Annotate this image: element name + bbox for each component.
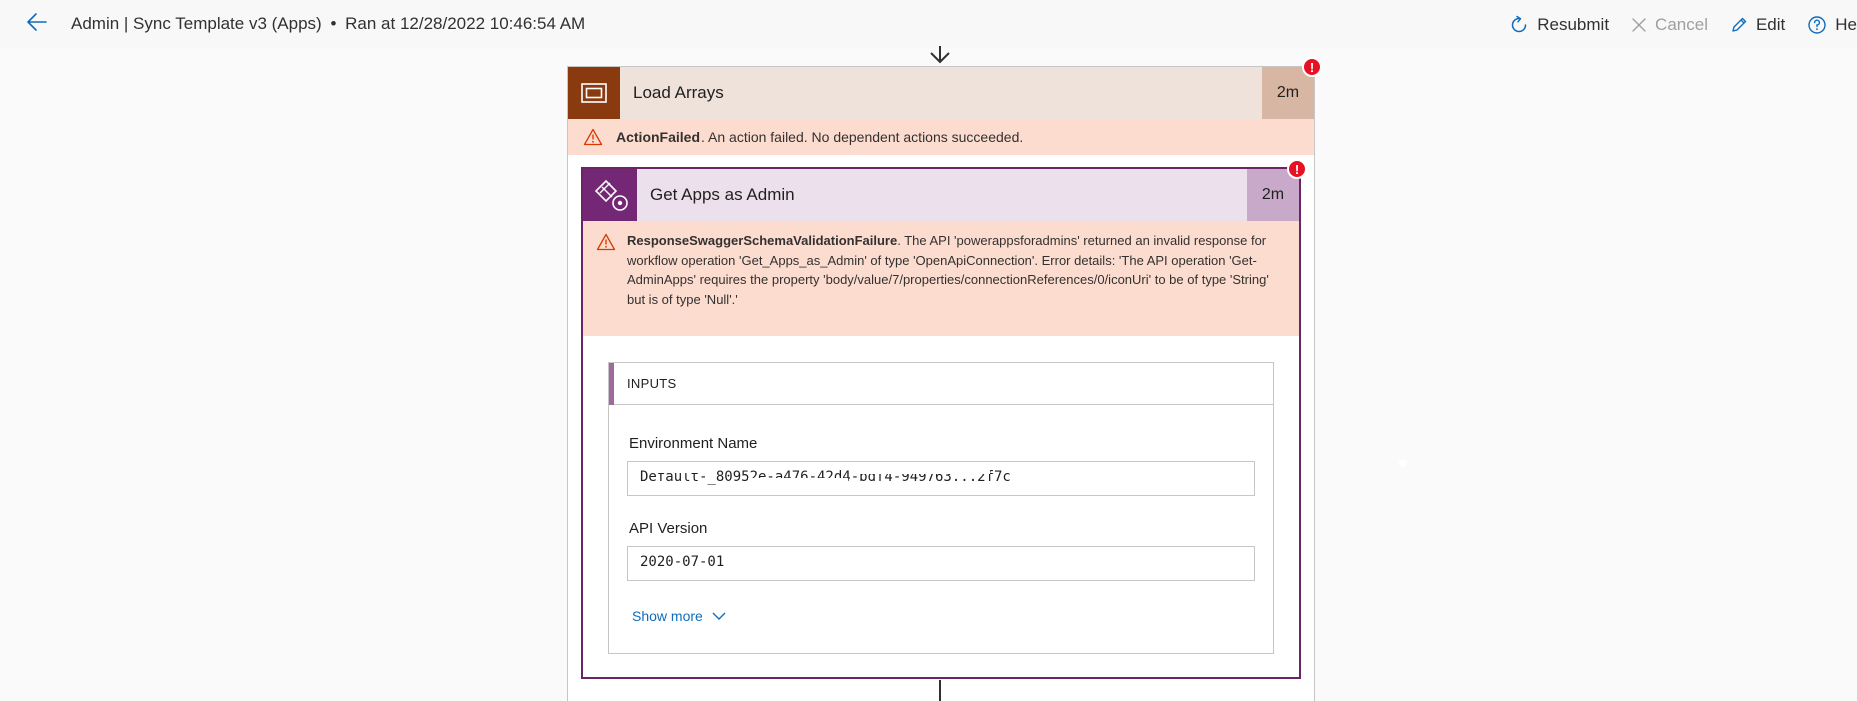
action-error-code: ResponseSwaggerSchemaValidationFailure [627, 233, 898, 248]
help-label: He [1835, 15, 1857, 34]
help-icon [1808, 16, 1826, 34]
command-bar: Resubmit Cancel Edit He [1487, 10, 1857, 40]
redaction-mask [860, 470, 990, 474]
scope-title: Load Arrays [633, 83, 724, 102]
scope-error-code: ActionFailed [616, 129, 701, 145]
redaction-mask [748, 478, 848, 495]
edit-button[interactable]: Edit [1730, 15, 1785, 35]
action-error-banner: ResponseSwaggerSchemaValidationFailure. … [583, 221, 1299, 336]
show-more-link[interactable]: Show more [632, 608, 726, 624]
connector-line [939, 680, 941, 701]
action-header[interactable]: Get Apps as Admin 2m [583, 169, 1299, 221]
action-error-badge: ! [1287, 159, 1307, 179]
scope-error-banner: ActionFailed . An action failed. No depe… [568, 119, 1314, 155]
scope-icon [568, 67, 620, 119]
cancel-button[interactable]: Cancel [1631, 15, 1708, 35]
scope-error-message: . An action failed. No dependent actions… [701, 129, 1024, 145]
powerapps-admin-icon [583, 169, 637, 221]
warning-icon [596, 233, 616, 251]
edit-label: Edit [1755, 15, 1786, 34]
flow-name: Admin | Sync Template v3 (Apps) [71, 14, 322, 33]
pencil-icon [1732, 17, 1747, 32]
run-info: Ran at 12/28/2022 10:46:54 AM [345, 14, 586, 33]
action-title: Get Apps as Admin [650, 185, 795, 204]
back-button[interactable] [26, 12, 56, 36]
title-separator: • [330, 14, 337, 33]
cancel-label: Cancel [1655, 15, 1708, 34]
canvas-dot [1399, 459, 1407, 467]
chevron-down-icon [712, 612, 726, 620]
refresh-icon [1512, 15, 1527, 33]
scope-header[interactable]: Load Arrays 2m [568, 67, 1314, 119]
api-version-text: 2020-07-01 [640, 554, 725, 570]
warning-icon [583, 128, 603, 146]
environment-name-label: Environment Name [629, 435, 758, 452]
api-version-label: API Version [629, 520, 708, 537]
help-button[interactable]: He [1807, 15, 1857, 35]
inputs-header: INPUTS [609, 363, 1273, 405]
connector-arrow-icon [930, 46, 950, 64]
back-arrow-icon [27, 13, 47, 31]
close-icon [1632, 18, 1646, 32]
scope-error-badge: ! [1302, 57, 1322, 77]
api-version-value[interactable]: 2020-07-01 [627, 546, 1255, 581]
resubmit-button[interactable]: Resubmit [1509, 15, 1609, 35]
resubmit-label: Resubmit [1537, 15, 1610, 34]
top-bar: Admin | Sync Template v3 (Apps) • Ran at… [0, 0, 1857, 48]
run-title: Admin | Sync Template v3 (Apps) • Ran at… [71, 14, 585, 34]
show-more-label: Show more [632, 608, 703, 624]
get-apps-as-admin-action: Get Apps as Admin 2m ResponseSwaggerSche… [581, 167, 1301, 679]
redaction-mask [648, 470, 708, 473]
environment-name-value[interactable]: Default-_80952e-a476-42d4-bdf4-949763...… [627, 461, 1255, 496]
inputs-panel: INPUTS Environment Name Default-_80952e-… [608, 362, 1274, 654]
